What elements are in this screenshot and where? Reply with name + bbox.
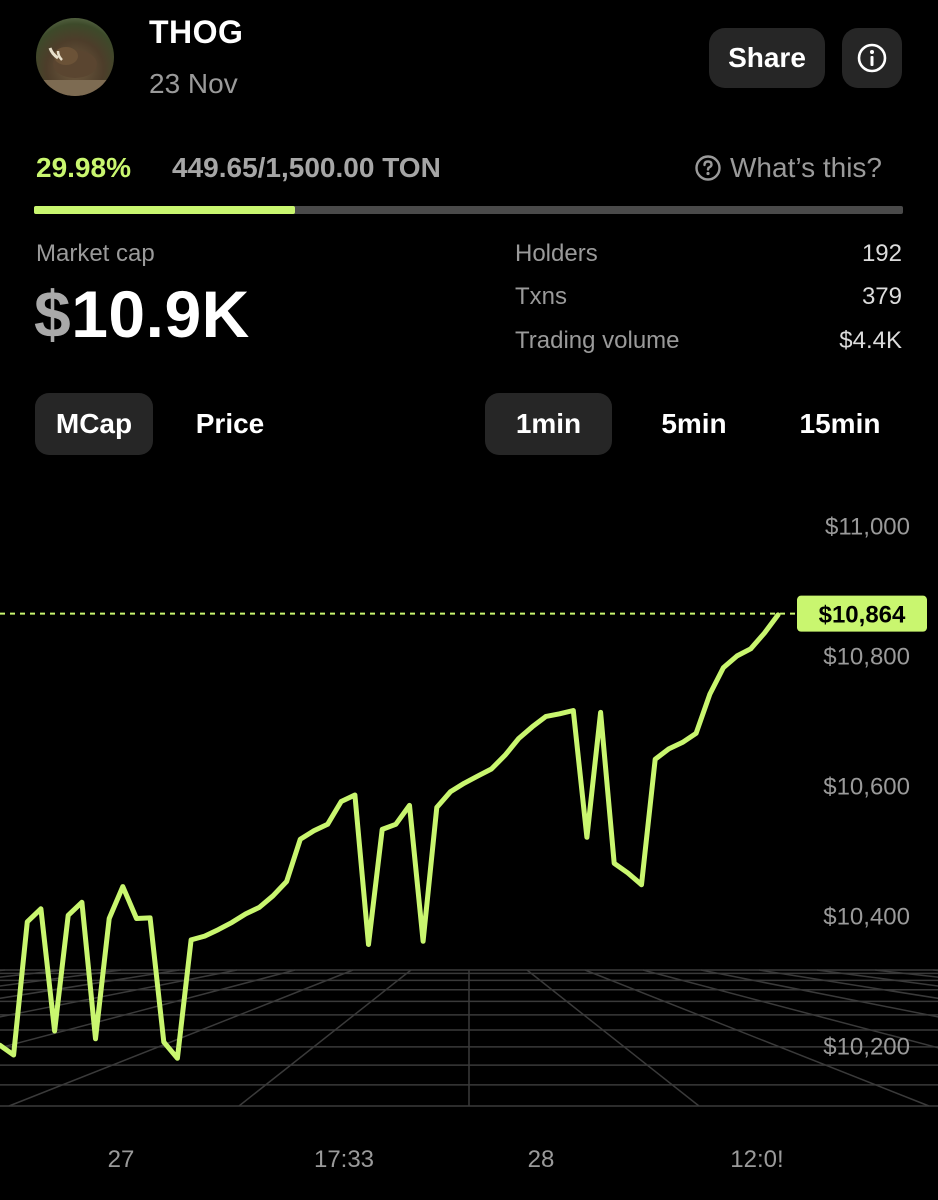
token-date: 23 Nov — [149, 68, 238, 99]
whats-this-link[interactable]: What’s this? — [694, 152, 882, 184]
market-cap-currency: $ — [34, 277, 72, 351]
chart-floor-grid — [0, 969, 938, 1107]
market-cap-chart[interactable]: $11,000 $10,800 $10,600 $10,400 $10,200 $10,… — [0, 470, 938, 1200]
x-tick-label: 12:0! — [730, 1146, 783, 1173]
warthog-avatar — [36, 47, 114, 96]
token-name: THOG — [149, 14, 244, 50]
info-button[interactable] — [842, 28, 902, 88]
trading-volume-value: $4.4K — [839, 327, 902, 354]
question-circle-icon — [695, 155, 721, 181]
progress-amount: 449.65/1,500.00 TON — [172, 152, 441, 183]
current-value-badge: $10,864 — [797, 595, 927, 632]
progress-fill — [34, 206, 295, 214]
market-cap-number: 10.9K — [71, 277, 250, 351]
holders-value: 192 — [861, 240, 902, 267]
info-icon — [857, 43, 887, 73]
x-tick-label: 17:33 — [314, 1146, 374, 1173]
x-tick-label: 27 — [108, 1146, 135, 1173]
whats-this-label: What’s this? — [730, 152, 882, 183]
token-avatar — [36, 18, 114, 96]
toggle-1min[interactable]: 1min — [485, 393, 612, 455]
progress-percent: 29.98% — [36, 152, 131, 183]
holders-label: Holders — [515, 240, 598, 267]
market-cap-label: Market cap — [36, 240, 155, 267]
y-tick-label: $10,600 — [823, 773, 910, 800]
x-tick-label: 28 — [528, 1146, 555, 1173]
toggle-15min[interactable]: 15min — [778, 393, 902, 455]
txns-value: 379 — [861, 283, 902, 310]
trading-volume-label: Trading volume — [515, 327, 680, 354]
y-tick-label: $10,800 — [823, 643, 910, 670]
txns-label: Txns — [515, 283, 568, 310]
y-tick-label: $11,000 — [825, 513, 910, 540]
y-tick-label: $10,400 — [823, 903, 910, 930]
y-axis-ticks: $11,000 $10,800 $10,600 $10,400 $10,200 — [823, 513, 910, 1060]
y-tick-label: $10,200 — [823, 1033, 910, 1060]
current-value-label: $10,864 — [819, 602, 906, 629]
toggle-mcap[interactable]: MCap — [35, 393, 153, 455]
series-line — [0, 612, 781, 1061]
market-cap-value: $10.9K — [34, 276, 250, 352]
toggle-price[interactable]: Price — [176, 393, 284, 455]
x-axis-ticks: 27 17:33 28 12:0! — [108, 1146, 784, 1173]
share-button[interactable]: Share — [709, 28, 825, 88]
toggle-5min[interactable]: 5min — [640, 393, 748, 455]
